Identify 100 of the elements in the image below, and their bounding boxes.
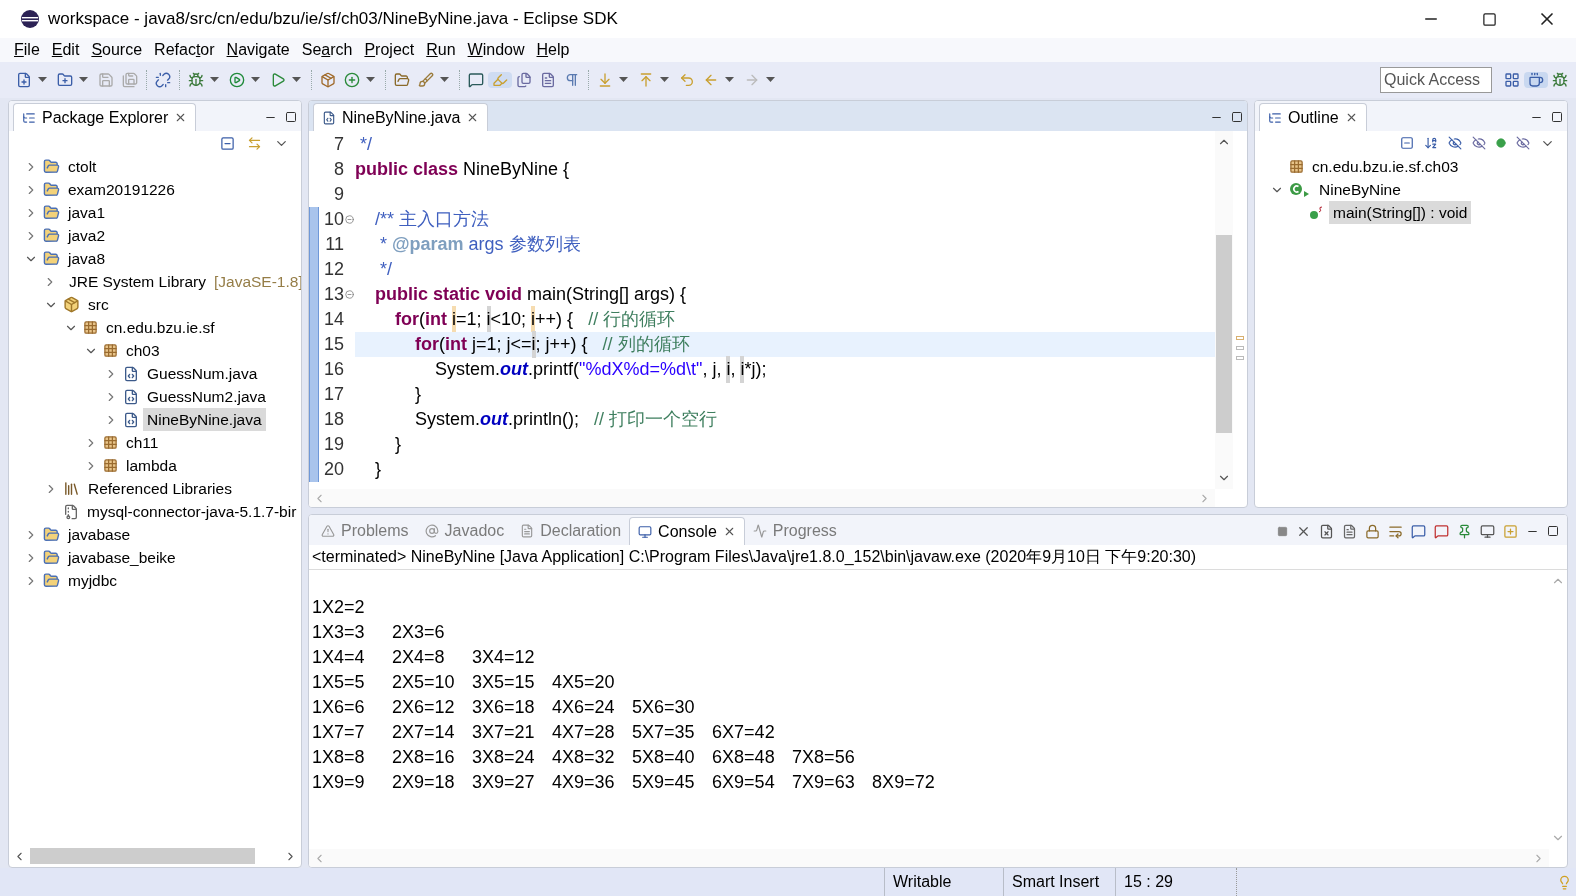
link-icon[interactable] bbox=[247, 135, 262, 151]
tree-item[interactable]: GuessNum.java bbox=[143, 361, 262, 386]
menu-item[interactable]: Refactor bbox=[148, 38, 221, 62]
code-line: System.out.println(); // 打印一个空行 bbox=[414, 408, 719, 431]
tab[interactable]: Javadoc bbox=[416, 517, 513, 545]
menu-item[interactable]: Run bbox=[420, 38, 462, 62]
tab[interactable]: Package Explorer bbox=[13, 103, 197, 131]
remove-all-icon[interactable] bbox=[1319, 523, 1334, 539]
files-icon[interactable] bbox=[516, 72, 532, 88]
caret-icon[interactable] bbox=[210, 77, 219, 83]
hide-fields-icon[interactable] bbox=[1448, 136, 1462, 150]
caret-icon[interactable] bbox=[619, 77, 628, 83]
tree-item[interactable]: lambda bbox=[122, 453, 181, 478]
tree-item[interactable]: JRE System Library bbox=[65, 269, 210, 294]
show-error-icon[interactable] bbox=[1434, 523, 1449, 539]
menu-item[interactable]: Source bbox=[85, 38, 149, 62]
run-icon[interactable] bbox=[229, 72, 245, 88]
tree-item[interactable]: exam20191226 bbox=[64, 177, 179, 202]
caret-icon[interactable] bbox=[660, 77, 669, 83]
hide-local-icon[interactable] bbox=[1516, 136, 1530, 150]
tree-item[interactable]: cn.edu.bzu.ie.sf bbox=[102, 315, 219, 340]
tree-item[interactable]: src bbox=[84, 292, 113, 317]
code-line: public static void main(String[] args) { bbox=[374, 283, 688, 306]
show-output-icon[interactable] bbox=[1411, 523, 1426, 539]
public-members-icon[interactable] bbox=[1496, 138, 1506, 148]
maximize-icon[interactable] bbox=[285, 111, 297, 123]
tree-item[interactable]: ch03 bbox=[122, 338, 164, 363]
tree-item[interactable]: GuessNum2.java bbox=[143, 384, 270, 409]
tab[interactable]: Outline bbox=[1259, 103, 1367, 131]
code-line: */ bbox=[379, 258, 393, 281]
new-file-icon[interactable] bbox=[16, 72, 32, 88]
menu-item[interactable]: Navigate bbox=[220, 38, 296, 62]
menu-item[interactable]: Help bbox=[530, 38, 576, 62]
clear-console-icon[interactable] bbox=[1342, 523, 1357, 539]
caret-icon[interactable] bbox=[79, 77, 88, 83]
menu-item[interactable]: Search bbox=[295, 38, 359, 62]
collapse-all-icon[interactable] bbox=[220, 135, 235, 151]
tree-item[interactable]: NineByNine.java bbox=[143, 407, 266, 432]
menu-item[interactable]: Project bbox=[358, 38, 421, 62]
tab[interactable]: Problems bbox=[313, 517, 417, 545]
document-icon[interactable] bbox=[540, 72, 556, 88]
scroll-lock-icon[interactable] bbox=[1365, 523, 1380, 539]
brush-icon[interactable] bbox=[418, 72, 434, 88]
menu-item[interactable]: Window bbox=[461, 38, 531, 62]
fold-icon[interactable] bbox=[345, 290, 354, 299]
tree-item[interactable]: main(String[]) : void bbox=[1329, 200, 1472, 225]
package-icon[interactable] bbox=[320, 72, 336, 88]
caret-icon[interactable] bbox=[292, 77, 301, 83]
maximize-icon[interactable] bbox=[1547, 525, 1559, 537]
tree-item[interactable]: Referenced Libraries bbox=[84, 476, 236, 501]
maximize-icon[interactable] bbox=[1551, 111, 1563, 123]
terminate-icon[interactable] bbox=[1277, 525, 1288, 537]
tab[interactable]: Progress bbox=[744, 517, 845, 545]
tree-item[interactable]: ctolt bbox=[64, 154, 101, 179]
tree-item[interactable]: cn.edu.bzu.ie.sf.ch03 bbox=[1308, 154, 1463, 179]
open-folder-icon[interactable] bbox=[394, 72, 410, 88]
debug-perspective-icon[interactable] bbox=[1552, 72, 1568, 88]
pin-icon[interactable] bbox=[1457, 523, 1472, 539]
maximize-icon[interactable] bbox=[1231, 111, 1243, 123]
word-wrap-icon[interactable] bbox=[1388, 523, 1403, 539]
tree-item[interactable]: java8 bbox=[64, 246, 110, 271]
scrollbar-thumb[interactable] bbox=[30, 848, 255, 864]
new-folder-icon[interactable] bbox=[57, 72, 73, 88]
sort-icon[interactable] bbox=[1424, 136, 1438, 150]
tab[interactable]: Declaration bbox=[512, 517, 630, 545]
tree-item[interactable]: java1 bbox=[64, 200, 110, 225]
scrollbar-thumb[interactable] bbox=[1216, 235, 1232, 433]
fold-icon[interactable] bbox=[345, 215, 354, 224]
tab[interactable]: NineByNine.java bbox=[313, 103, 489, 131]
tree-item[interactable]: ch11 bbox=[122, 430, 163, 455]
tab-icon bbox=[520, 524, 535, 538]
tree-item[interactable]: javabase_beike bbox=[64, 545, 180, 570]
maximize-icon[interactable] bbox=[1481, 11, 1497, 27]
line-number: 19 bbox=[322, 433, 344, 456]
menu-item[interactable]: Edit bbox=[45, 38, 86, 62]
caret-icon[interactable] bbox=[725, 77, 734, 83]
tree-item[interactable]: NineByNine bbox=[1315, 177, 1405, 202]
run-tool-icon[interactable] bbox=[270, 72, 286, 88]
pilcrow-icon[interactable] bbox=[564, 72, 580, 88]
caret-icon[interactable] bbox=[766, 77, 775, 83]
debug-icon[interactable] bbox=[188, 72, 204, 88]
menu-item[interactable]: File bbox=[8, 38, 46, 62]
collapse-all-icon[interactable] bbox=[1400, 136, 1414, 150]
message-icon[interactable] bbox=[468, 72, 484, 88]
new-class-icon[interactable] bbox=[344, 72, 360, 88]
java-perspective-icon[interactable] bbox=[1528, 72, 1544, 88]
quick-access-field[interactable]: Quick Access bbox=[1380, 67, 1492, 93]
unlink-icon[interactable] bbox=[155, 72, 171, 88]
tree-item[interactable]: javabase bbox=[64, 522, 135, 547]
caret-icon[interactable] bbox=[366, 77, 375, 83]
tree-item[interactable]: java2 bbox=[64, 223, 110, 248]
display-console-icon[interactable] bbox=[1480, 523, 1495, 539]
perspective-icon[interactable] bbox=[1504, 72, 1520, 88]
tree-item[interactable]: mysql-connector-java-5.1.7-bir bbox=[83, 499, 301, 524]
tab[interactable]: Console bbox=[629, 517, 745, 545]
caret-icon[interactable] bbox=[38, 77, 47, 83]
tree-item[interactable]: myjdbc bbox=[64, 568, 122, 593]
caret-icon[interactable] bbox=[251, 77, 260, 83]
caret-icon[interactable] bbox=[440, 77, 449, 83]
hide-static-icon[interactable] bbox=[1472, 136, 1486, 150]
